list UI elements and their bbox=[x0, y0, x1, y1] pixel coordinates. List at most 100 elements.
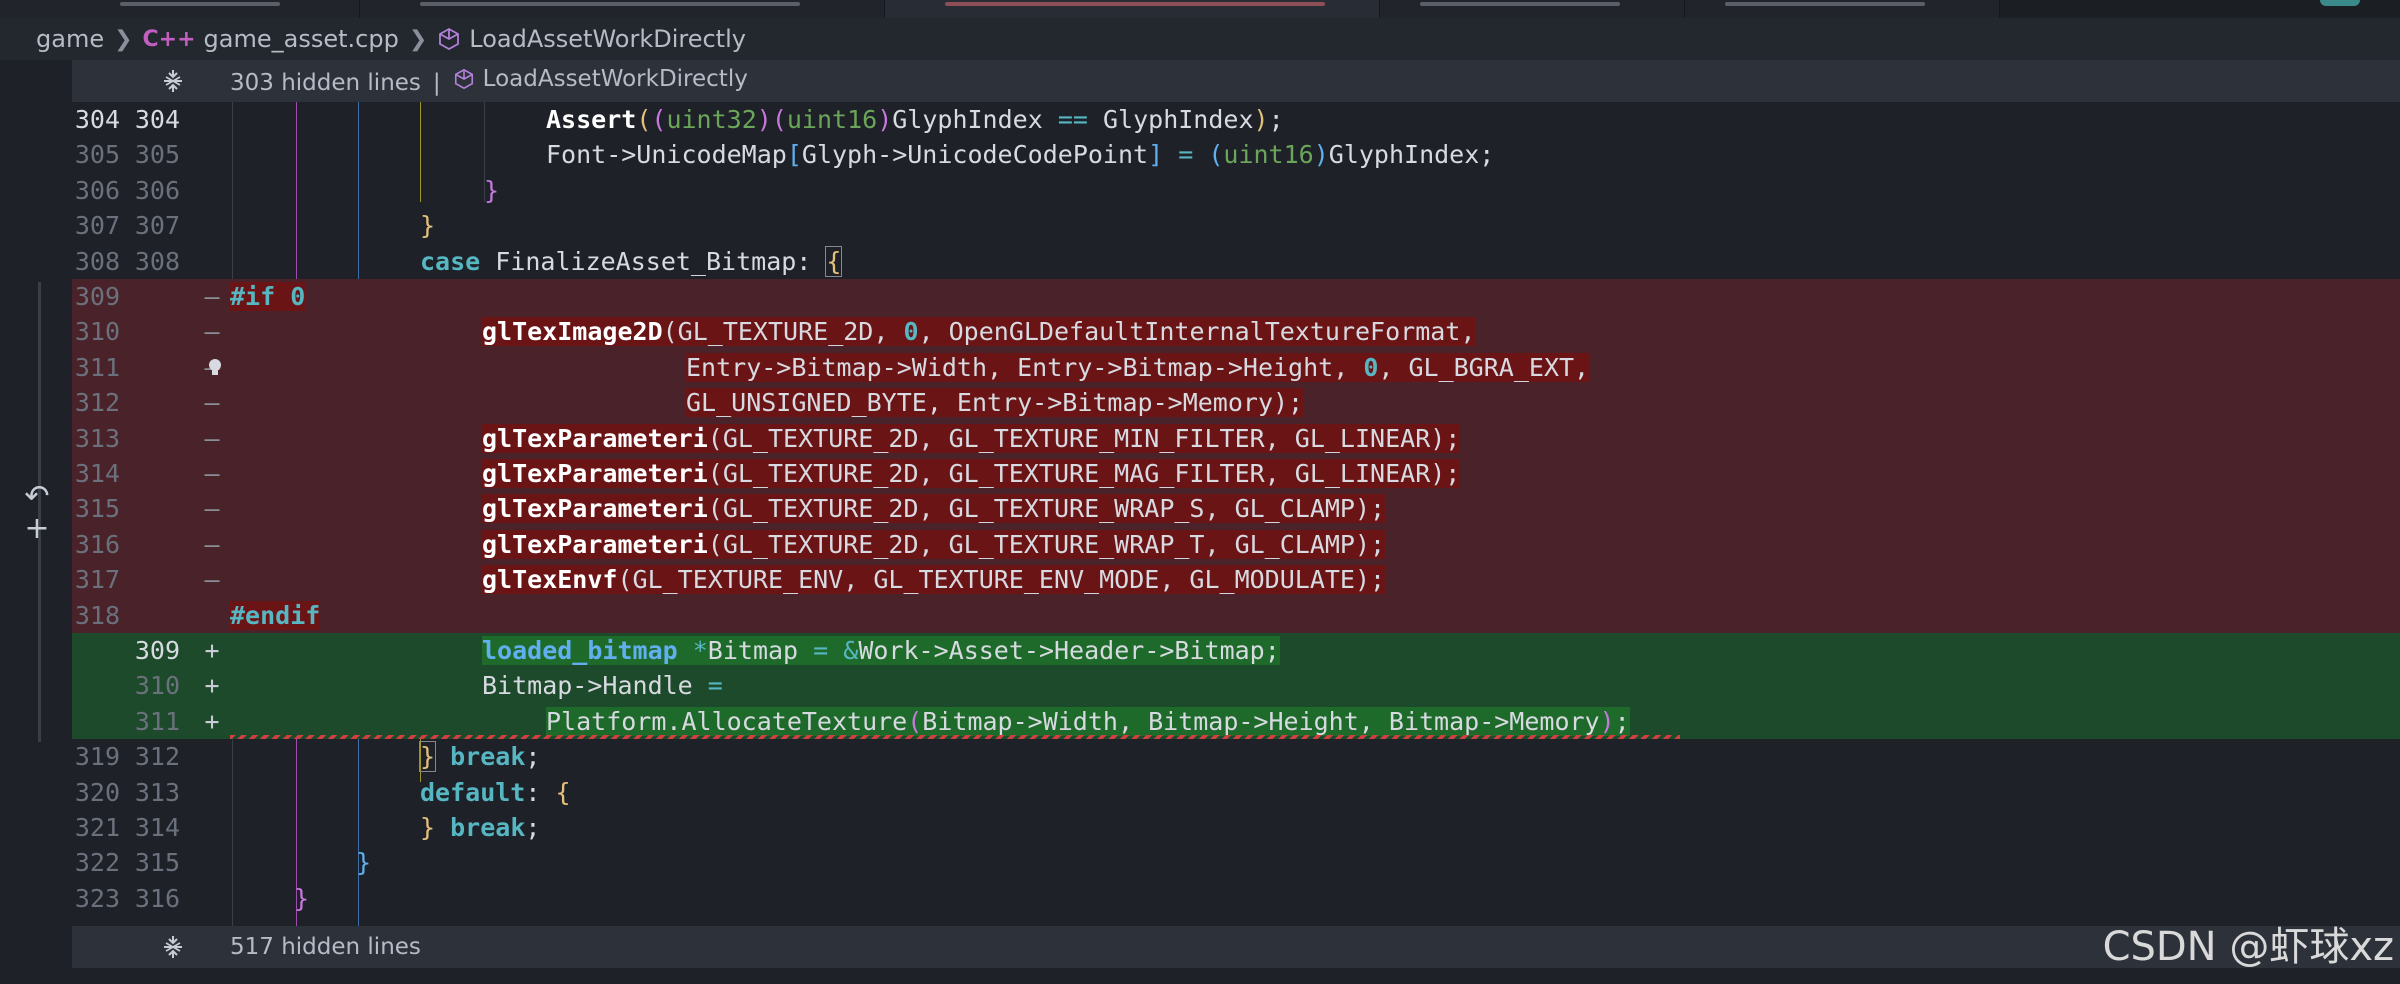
editor-tab[interactable] bbox=[1685, 0, 2000, 18]
removed-line[interactable]: 311 — Entry->Bitmap->Width, Entry->Bitma… bbox=[72, 349, 2400, 386]
code-text: default: { bbox=[420, 777, 571, 807]
added-line[interactable]: 310 + Bitmap->Handle = bbox=[72, 668, 2400, 704]
lightbulb-icon[interactable] bbox=[205, 357, 225, 377]
code-line[interactable]: 323 316 } bbox=[72, 881, 2400, 916]
removed-line[interactable]: 313 — glTexParameteri(GL_TEXTURE_2D, GL_… bbox=[72, 420, 2400, 456]
code-line[interactable]: 307 307 } bbox=[72, 208, 2400, 243]
line-number-old: 308 bbox=[74, 246, 120, 276]
removed-marker: — bbox=[204, 423, 220, 453]
removed-line[interactable]: 309 — #if 0 bbox=[72, 279, 2400, 315]
line-number-old: 312 bbox=[74, 388, 120, 418]
added-marker: + bbox=[204, 671, 220, 701]
code-text: #endif bbox=[230, 600, 321, 630]
removed-line[interactable]: 312 — GL_UNSIGNED_BYTE, Entry->Bitmap->M… bbox=[72, 385, 2400, 421]
code-line[interactable]: 308 308 case FinalizeAsset_Bitmap: { bbox=[72, 244, 2400, 279]
revert-arrow-icon[interactable]: ↶ bbox=[20, 480, 54, 514]
line-number-new: 306 bbox=[134, 175, 180, 205]
fold-region-top[interactable]: 303 hidden lines | LoadAssetWorkDirectly bbox=[72, 60, 2400, 102]
removed-marker: — bbox=[204, 317, 220, 347]
line-number-old: 317 bbox=[74, 565, 120, 595]
code-text: Entry->Bitmap->Width, Entry->Bitmap->Hei… bbox=[686, 352, 1590, 382]
breadcrumb-file[interactable]: game_asset.cpp bbox=[204, 25, 399, 53]
removed-marker: — bbox=[204, 388, 220, 418]
line-number-new: 309 bbox=[134, 636, 180, 665]
code-text: loaded_bitmap *Bitmap = &Work->Asset->He… bbox=[482, 636, 1280, 665]
line-number-new: 316 bbox=[134, 883, 180, 913]
line-number-new: 314 bbox=[134, 813, 180, 842]
unfold-icon[interactable] bbox=[160, 68, 186, 94]
line-number-old: 316 bbox=[74, 529, 120, 559]
code-text: Assert((uint32)(uint16)GlyphIndex == Gly… bbox=[546, 105, 1284, 134]
code-text: } bbox=[356, 848, 372, 878]
code-text: glTexParameteri(GL_TEXTURE_2D, GL_TEXTUR… bbox=[482, 494, 1386, 524]
line-number-new: 311 bbox=[134, 706, 180, 736]
code-text: } bbox=[420, 211, 436, 241]
method-cube-icon bbox=[439, 27, 460, 51]
line-number-old: 321 bbox=[74, 813, 120, 842]
line-number-old: 322 bbox=[74, 848, 120, 878]
line-number-old: 323 bbox=[74, 883, 120, 913]
removed-line[interactable]: 317 — glTexEnvf(GL_TEXTURE_ENV, GL_TEXTU… bbox=[72, 562, 2400, 598]
breadcrumb-symbol[interactable]: LoadAssetWorkDirectly bbox=[469, 25, 746, 53]
line-number-new: 315 bbox=[134, 848, 180, 878]
code-line[interactable]: 320 313 default: { bbox=[72, 775, 2400, 810]
code-line[interactable]: 322 315 } bbox=[72, 845, 2400, 880]
line-number-old: 306 bbox=[74, 175, 120, 205]
code-text: #if 0 bbox=[230, 282, 306, 311]
diff-editor[interactable]: ↶ + 303 hidden lines | LoadAssetWorkDirec… bbox=[0, 60, 2400, 984]
separator: | bbox=[432, 70, 441, 96]
hidden-lines-symbol[interactable]: LoadAssetWorkDirectly bbox=[483, 66, 748, 92]
chevron-right-icon: ❯ bbox=[114, 26, 133, 52]
code-text: glTexParameteri(GL_TEXTURE_2D, GL_TEXTUR… bbox=[482, 423, 1461, 453]
line-number-old: 318 bbox=[74, 600, 120, 630]
removed-line[interactable]: 310 — glTexImage2D(GL_TEXTURE_2D, 0, Ope… bbox=[72, 314, 2400, 350]
code-line[interactable]: 305 305 Font->UnicodeMap[Glyph->UnicodeC… bbox=[72, 137, 2400, 172]
line-number-new: 307 bbox=[134, 211, 180, 241]
fold-region-bottom[interactable]: 517 hidden lines bbox=[72, 926, 2400, 968]
removed-line[interactable]: 314 — glTexParameteri(GL_TEXTURE_2D, GL_… bbox=[72, 456, 2400, 492]
editor-tab[interactable] bbox=[360, 0, 885, 18]
code-text: case FinalizeAsset_Bitmap: { bbox=[420, 245, 843, 277]
editor-tab[interactable] bbox=[0, 0, 360, 18]
line-number-old: 304 bbox=[74, 105, 120, 134]
removed-line[interactable]: 316 — glTexParameteri(GL_TEXTURE_2D, GL_… bbox=[72, 526, 2400, 563]
editor-tab-active[interactable] bbox=[885, 0, 1380, 18]
line-number-old: 310 bbox=[74, 317, 120, 347]
added-line[interactable]: 311 + Platform.AllocateTexture(Bitmap->W… bbox=[72, 703, 2400, 740]
editor-tab-strip bbox=[0, 0, 2400, 18]
code-text: } bbox=[294, 883, 310, 913]
removed-line[interactable]: 318 #endif bbox=[72, 597, 2400, 633]
added-line[interactable]: 309 + loaded_bitmap *Bitmap = &Work->Ass… bbox=[72, 633, 2400, 669]
removed-marker: — bbox=[204, 459, 220, 488]
removed-line[interactable]: 315 — glTexParameteri(GL_TEXTURE_2D, GL_… bbox=[72, 491, 2400, 527]
code-text: Bitmap->Handle = bbox=[482, 671, 723, 701]
code-text: glTexImage2D(GL_TEXTURE_2D, 0, OpenGLDef… bbox=[482, 317, 1476, 347]
code-line[interactable]: 319 312 } break; bbox=[72, 739, 2400, 774]
code-line[interactable]: 321 314 } break; bbox=[72, 810, 2400, 845]
line-number-old: 315 bbox=[74, 494, 120, 524]
code-text: glTexParameteri(GL_TEXTURE_2D, GL_TEXTUR… bbox=[482, 459, 1461, 488]
plus-icon[interactable]: + bbox=[20, 512, 54, 546]
added-marker: + bbox=[204, 706, 220, 736]
cpp-file-icon: C++ bbox=[142, 26, 196, 52]
tab-strip-action[interactable] bbox=[2320, 0, 2360, 6]
removed-marker: — bbox=[204, 529, 220, 559]
line-number-new: 304 bbox=[134, 105, 180, 134]
code-text: GL_UNSIGNED_BYTE, Entry->Bitmap->Memory)… bbox=[686, 388, 1304, 418]
line-number-old: 319 bbox=[74, 742, 120, 772]
line-number-new: 305 bbox=[134, 140, 180, 170]
editor-tab[interactable] bbox=[1380, 0, 1685, 18]
added-marker: + bbox=[204, 636, 220, 665]
code-text: } break; bbox=[418, 741, 541, 773]
code-text: glTexParameteri(GL_TEXTURE_2D, GL_TEXTUR… bbox=[482, 529, 1386, 559]
code-line[interactable]: 306 306 } bbox=[72, 173, 2400, 208]
line-number-new: 312 bbox=[134, 742, 180, 772]
removed-marker: — bbox=[204, 282, 220, 311]
hidden-lines-label: 303 hidden lines bbox=[230, 70, 421, 96]
removed-marker: — bbox=[204, 494, 220, 524]
code-text: } bbox=[484, 175, 500, 205]
breadcrumb-folder[interactable]: game bbox=[36, 25, 104, 53]
line-number-new: 313 bbox=[134, 777, 180, 807]
unfold-icon[interactable] bbox=[160, 934, 186, 960]
code-line[interactable]: 304 304 Assert((uint32)(uint16)GlyphInde… bbox=[72, 102, 2400, 137]
